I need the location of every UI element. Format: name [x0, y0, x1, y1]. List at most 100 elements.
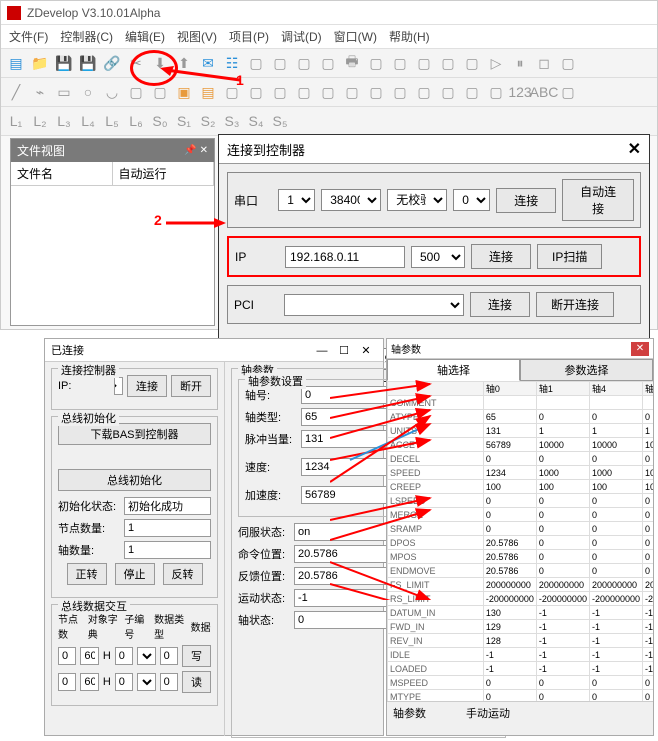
mail-icon[interactable]: ✉ [197, 52, 219, 74]
serial-connect-button[interactable]: 连接 [496, 188, 556, 213]
r1-data[interactable] [160, 673, 178, 691]
tab-param-select[interactable]: 参数选择 [520, 359, 653, 381]
close3-icon[interactable]: ✕ [631, 342, 649, 356]
menu-controller[interactable]: 控制器(C) [60, 28, 113, 45]
table-row[interactable]: SPEED1234100010001000 [388, 466, 654, 480]
upload-icon[interactable]: ⬆ [173, 52, 195, 74]
pin-icon[interactable]: 📌 ✕ [184, 145, 208, 156]
fwd-button[interactable]: 正转 [67, 563, 107, 585]
layer-l5[interactable]: L₅ [101, 110, 123, 132]
r1-type[interactable]: bool [137, 673, 155, 691]
shape-b-icon[interactable]: ▢ [149, 81, 171, 103]
bus-init-button[interactable]: 总线初始化 [58, 469, 211, 491]
download-icon[interactable]: ⬇ [149, 52, 171, 74]
tb-j[interactable]: ▢ [557, 52, 579, 74]
menu-view[interactable]: 视图(V) [177, 28, 217, 45]
r0-type[interactable]: bool [137, 647, 155, 665]
table-row[interactable]: DATUM_IN130-1-1-1 [388, 606, 654, 620]
r0-data[interactable] [160, 647, 178, 665]
tb-print-icon[interactable]: 🖶 [341, 52, 363, 74]
r1-node[interactable] [58, 673, 76, 691]
tb-play-icon[interactable]: ▷ [485, 52, 507, 74]
poly-icon[interactable]: ⌁ [29, 81, 51, 103]
table-row[interactable]: ACCE56789100001000010000 [388, 438, 654, 452]
table-row[interactable]: ATYPE65000 [388, 410, 654, 424]
menu-help[interactable]: 帮助(H) [389, 28, 430, 45]
layer-l2[interactable]: L₂ [29, 110, 51, 132]
num-icon[interactable]: 123 [509, 81, 531, 103]
slot-s4[interactable]: S₄ [245, 110, 267, 132]
serial-port-select[interactable]: 1 [278, 189, 315, 211]
tb-g[interactable]: ▢ [413, 52, 435, 74]
pci-connect-button[interactable]: 连接 [470, 292, 530, 317]
slot-s2[interactable]: S₂ [197, 110, 219, 132]
r1-dict[interactable] [80, 673, 98, 691]
tb-e[interactable]: ▢ [365, 52, 387, 74]
slot-s0[interactable]: S₀ [149, 110, 171, 132]
rev-button[interactable]: 反转 [163, 563, 203, 585]
rect-icon[interactable]: ▭ [53, 81, 75, 103]
axis-count-field[interactable] [124, 541, 211, 559]
shape-p-icon[interactable]: ▢ [485, 81, 507, 103]
table-row[interactable]: FS_LIMIT20000000020000000020000000020000 [388, 578, 654, 592]
layer-l3[interactable]: L₃ [53, 110, 75, 132]
menu-debug[interactable]: 调试(D) [281, 28, 322, 45]
auto-connect-button[interactable]: 自动连接 [562, 179, 634, 221]
table-row[interactable]: DPOS20.5786000 [388, 536, 654, 550]
shape-a-icon[interactable]: ▢ [125, 81, 147, 103]
open-folder-icon[interactable]: 📁 [29, 52, 51, 74]
menu-window[interactable]: 窗口(W) [334, 28, 377, 45]
slot-s3[interactable]: S₃ [221, 110, 243, 132]
shape-q-icon[interactable]: ▢ [557, 81, 579, 103]
ip-port-select[interactable]: 500 [411, 246, 465, 268]
table-row[interactable]: MSPEED0000 [388, 676, 654, 690]
shape-g-icon[interactable]: ▢ [269, 81, 291, 103]
table-row[interactable]: DECEL0000 [388, 452, 654, 466]
tb-b[interactable]: ▢ [269, 52, 291, 74]
circle-icon[interactable]: ○ [77, 81, 99, 103]
shape-n-icon[interactable]: ▢ [437, 81, 459, 103]
read-button[interactable]: 读 [182, 671, 211, 693]
table-row[interactable]: MTYPE0000 [388, 690, 654, 702]
menu-edit[interactable]: 编辑(E) [125, 28, 165, 45]
disconnect2-button[interactable]: 断开 [171, 375, 211, 397]
connect-icon[interactable]: 🔗 [101, 52, 123, 74]
serial-baud-select[interactable]: 38400 [321, 189, 381, 211]
tb-d[interactable]: ▢ [317, 52, 339, 74]
tree-icon[interactable]: ☷ [221, 52, 243, 74]
shape-k-icon[interactable]: ▢ [365, 81, 387, 103]
table-row[interactable]: MERGE0000 [388, 508, 654, 522]
ip-input[interactable] [285, 246, 405, 268]
min-icon[interactable]: — [311, 345, 333, 357]
shape-c-icon[interactable]: ▣ [173, 81, 195, 103]
table-row[interactable]: UNITS131111 [388, 424, 654, 438]
shape-l-icon[interactable]: ▢ [389, 81, 411, 103]
foot-manual-motion[interactable]: 手动运动 [466, 705, 510, 721]
shape-h-icon[interactable]: ▢ [293, 81, 315, 103]
tb-h[interactable]: ▢ [437, 52, 459, 74]
node-count-field[interactable] [124, 519, 211, 537]
connect2-button[interactable]: 连接 [127, 375, 167, 397]
slot-s5[interactable]: S₅ [269, 110, 291, 132]
shape-f-icon[interactable]: ▢ [245, 81, 267, 103]
r0-node[interactable] [58, 647, 76, 665]
ip-scan-button[interactable]: IP扫描 [537, 244, 602, 269]
shape-o-icon[interactable]: ▢ [461, 81, 483, 103]
table-row[interactable]: MPOS20.5786000 [388, 550, 654, 564]
foot-axis-params[interactable]: 轴参数 [393, 705, 426, 721]
layer-l4[interactable]: L₄ [77, 110, 99, 132]
pci-select[interactable] [284, 294, 464, 316]
serial-stop-select[interactable]: 0 [453, 189, 490, 211]
col-filename[interactable]: 文件名 [11, 162, 113, 185]
table-row[interactable]: SRAMP0000 [388, 522, 654, 536]
serial-parity-select[interactable]: 无校验 [387, 189, 447, 211]
menu-file[interactable]: 文件(F) [9, 28, 48, 45]
arc-icon[interactable]: ◡ [101, 81, 123, 103]
shape-e-icon[interactable]: ▢ [221, 81, 243, 103]
tab-axis-select[interactable]: 轴选择 [387, 359, 520, 381]
table-row[interactable]: LSPEED0000 [388, 494, 654, 508]
new-file-icon[interactable]: ▤ [5, 52, 27, 74]
tb-stop-icon[interactable]: ◻ [533, 52, 555, 74]
abc-icon[interactable]: ABC [533, 81, 555, 103]
close2-icon[interactable]: ✕ [355, 344, 377, 357]
